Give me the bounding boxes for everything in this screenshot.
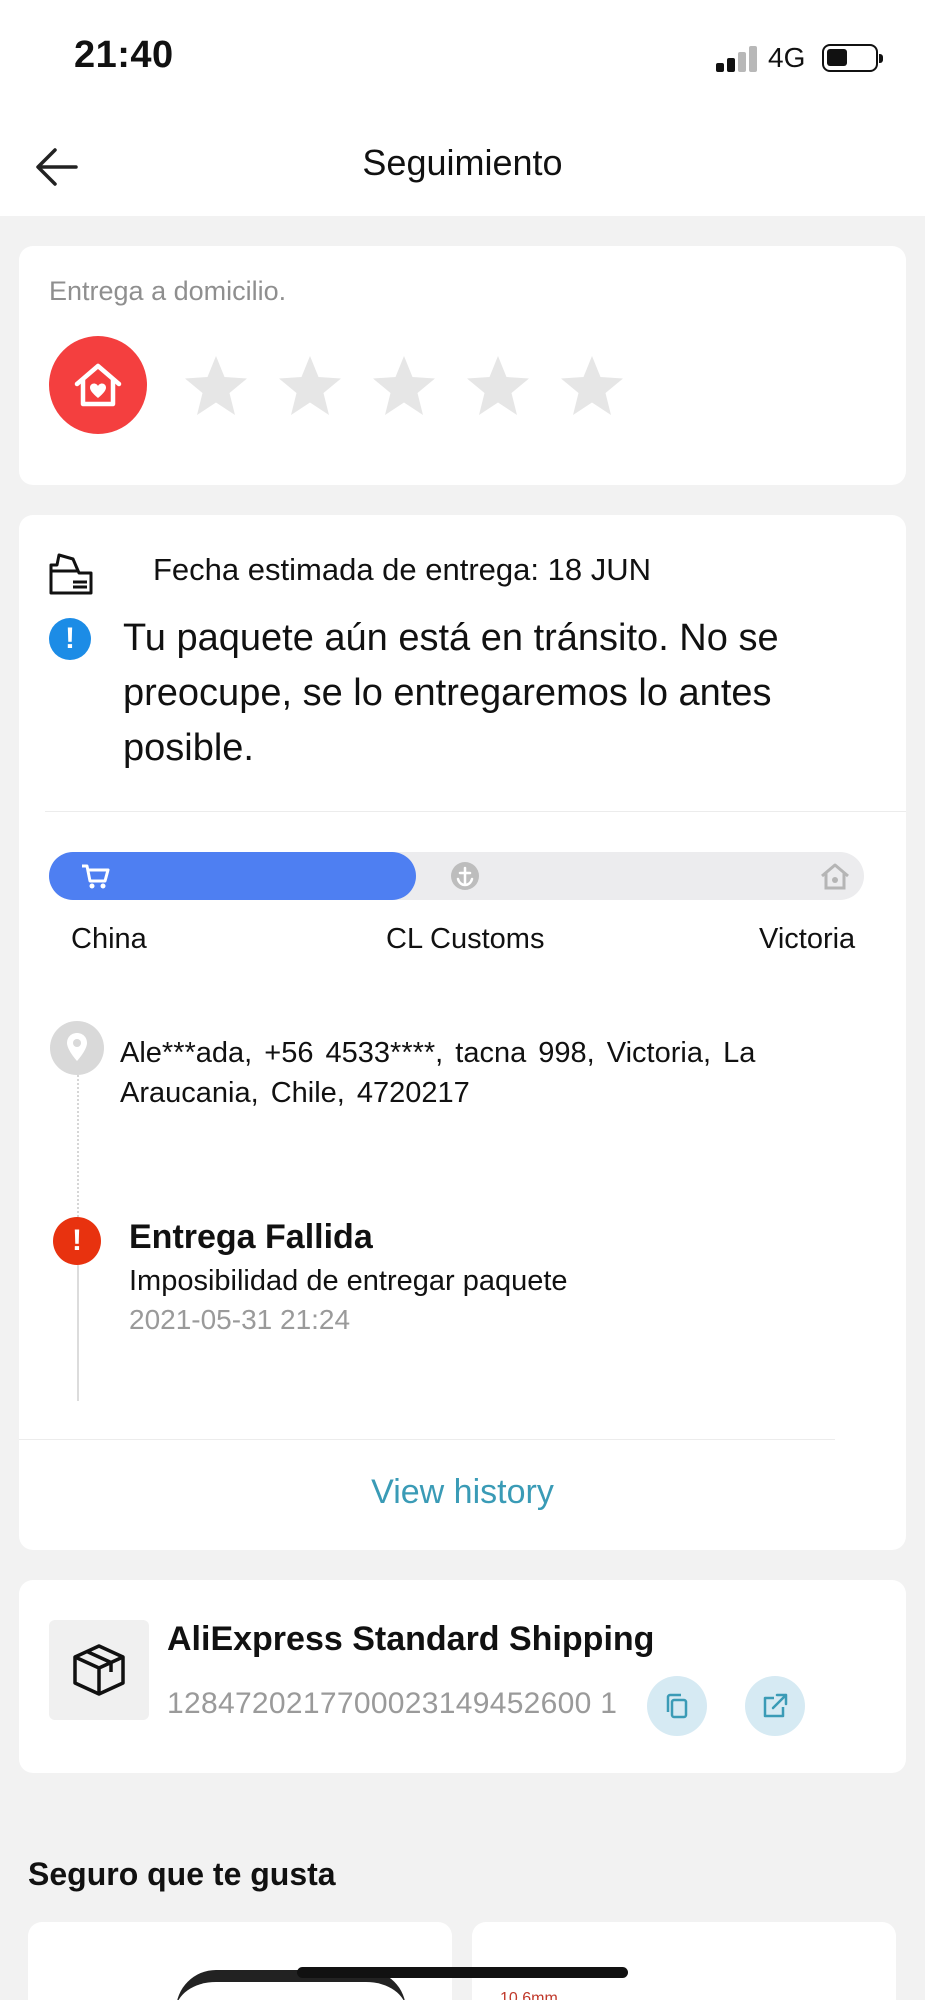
estimated-delivery-date: Fecha estimada de entrega: 18 JUN: [153, 552, 651, 587]
transit-message: Tu paquete aún está en tránsito. No se p…: [123, 617, 779, 769]
cart-icon: [82, 864, 110, 889]
home-icon: [821, 863, 849, 890]
delivery-type-label: Entrega a domicilio.: [49, 276, 287, 306]
event-title: Entrega Fallida: [129, 1218, 373, 1256]
divider: [19, 1439, 835, 1440]
copy-tracking-button[interactable]: [647, 1676, 707, 1736]
view-history-link[interactable]: View history: [19, 1473, 906, 1512]
product-card[interactable]: 10.6mm: [472, 1922, 896, 2000]
copy-icon: [666, 1693, 688, 1719]
anchor-icon: [451, 862, 479, 890]
alert-icon: !: [53, 1217, 101, 1265]
home-indicator: [297, 1967, 628, 1978]
progress-step-destination: Victoria: [759, 923, 856, 955]
divider: [45, 811, 906, 812]
recommendations-title: Seguro que te gusta: [28, 1856, 336, 1892]
product-image-label: 10.6mm: [500, 1990, 558, 2000]
star-icon[interactable]: [463, 352, 533, 422]
timeline-connector: [77, 1075, 79, 1225]
tracking-card: Fecha estimada de entrega: 18 JUN ! Tu p…: [19, 515, 906, 1550]
external-link-icon: [763, 1693, 788, 1718]
delivery-truck-icon: [49, 553, 93, 595]
battery-icon: [822, 44, 883, 72]
product-card[interactable]: [28, 1922, 452, 2000]
star-icon[interactable]: [369, 352, 439, 422]
progress-step-customs: CL Customs: [386, 923, 545, 955]
event-timestamp: 2021-05-31 21:24: [129, 1304, 351, 1335]
signal-icon: [716, 44, 760, 72]
shipping-progress-bar: [49, 852, 864, 900]
tracking-number: 1284720217700023149452600 1: [167, 1687, 618, 1720]
star-icon[interactable]: [275, 352, 345, 422]
timeline-connector: [77, 1265, 79, 1401]
home-delivery-icon: [49, 336, 147, 434]
open-external-button[interactable]: [745, 1676, 805, 1736]
shipping-carrier-card: AliExpress Standard Shipping 12847202177…: [19, 1580, 906, 1773]
delivery-address: Ale***ada, +56 4533****, tacna 998, Vict…: [120, 1037, 756, 1109]
progress-step-origin: China: [71, 923, 147, 955]
location-pin-icon: [50, 1021, 104, 1075]
carrier-name: AliExpress Standard Shipping: [167, 1620, 655, 1658]
status-bar: 21:40 4G: [0, 0, 925, 118]
package-icon: [49, 1620, 149, 1720]
star-icon[interactable]: [181, 352, 251, 422]
page-title: Seguimiento: [362, 142, 563, 183]
star-icon[interactable]: [557, 352, 627, 422]
nav-bar: Seguimiento: [0, 118, 925, 216]
delivery-rating-card: Entrega a domicilio.: [19, 246, 906, 485]
status-time: 21:40: [74, 34, 174, 76]
info-icon: !: [49, 618, 91, 660]
event-description: Imposibilidad de entregar paquete: [129, 1265, 568, 1297]
network-type: 4G: [768, 42, 806, 73]
